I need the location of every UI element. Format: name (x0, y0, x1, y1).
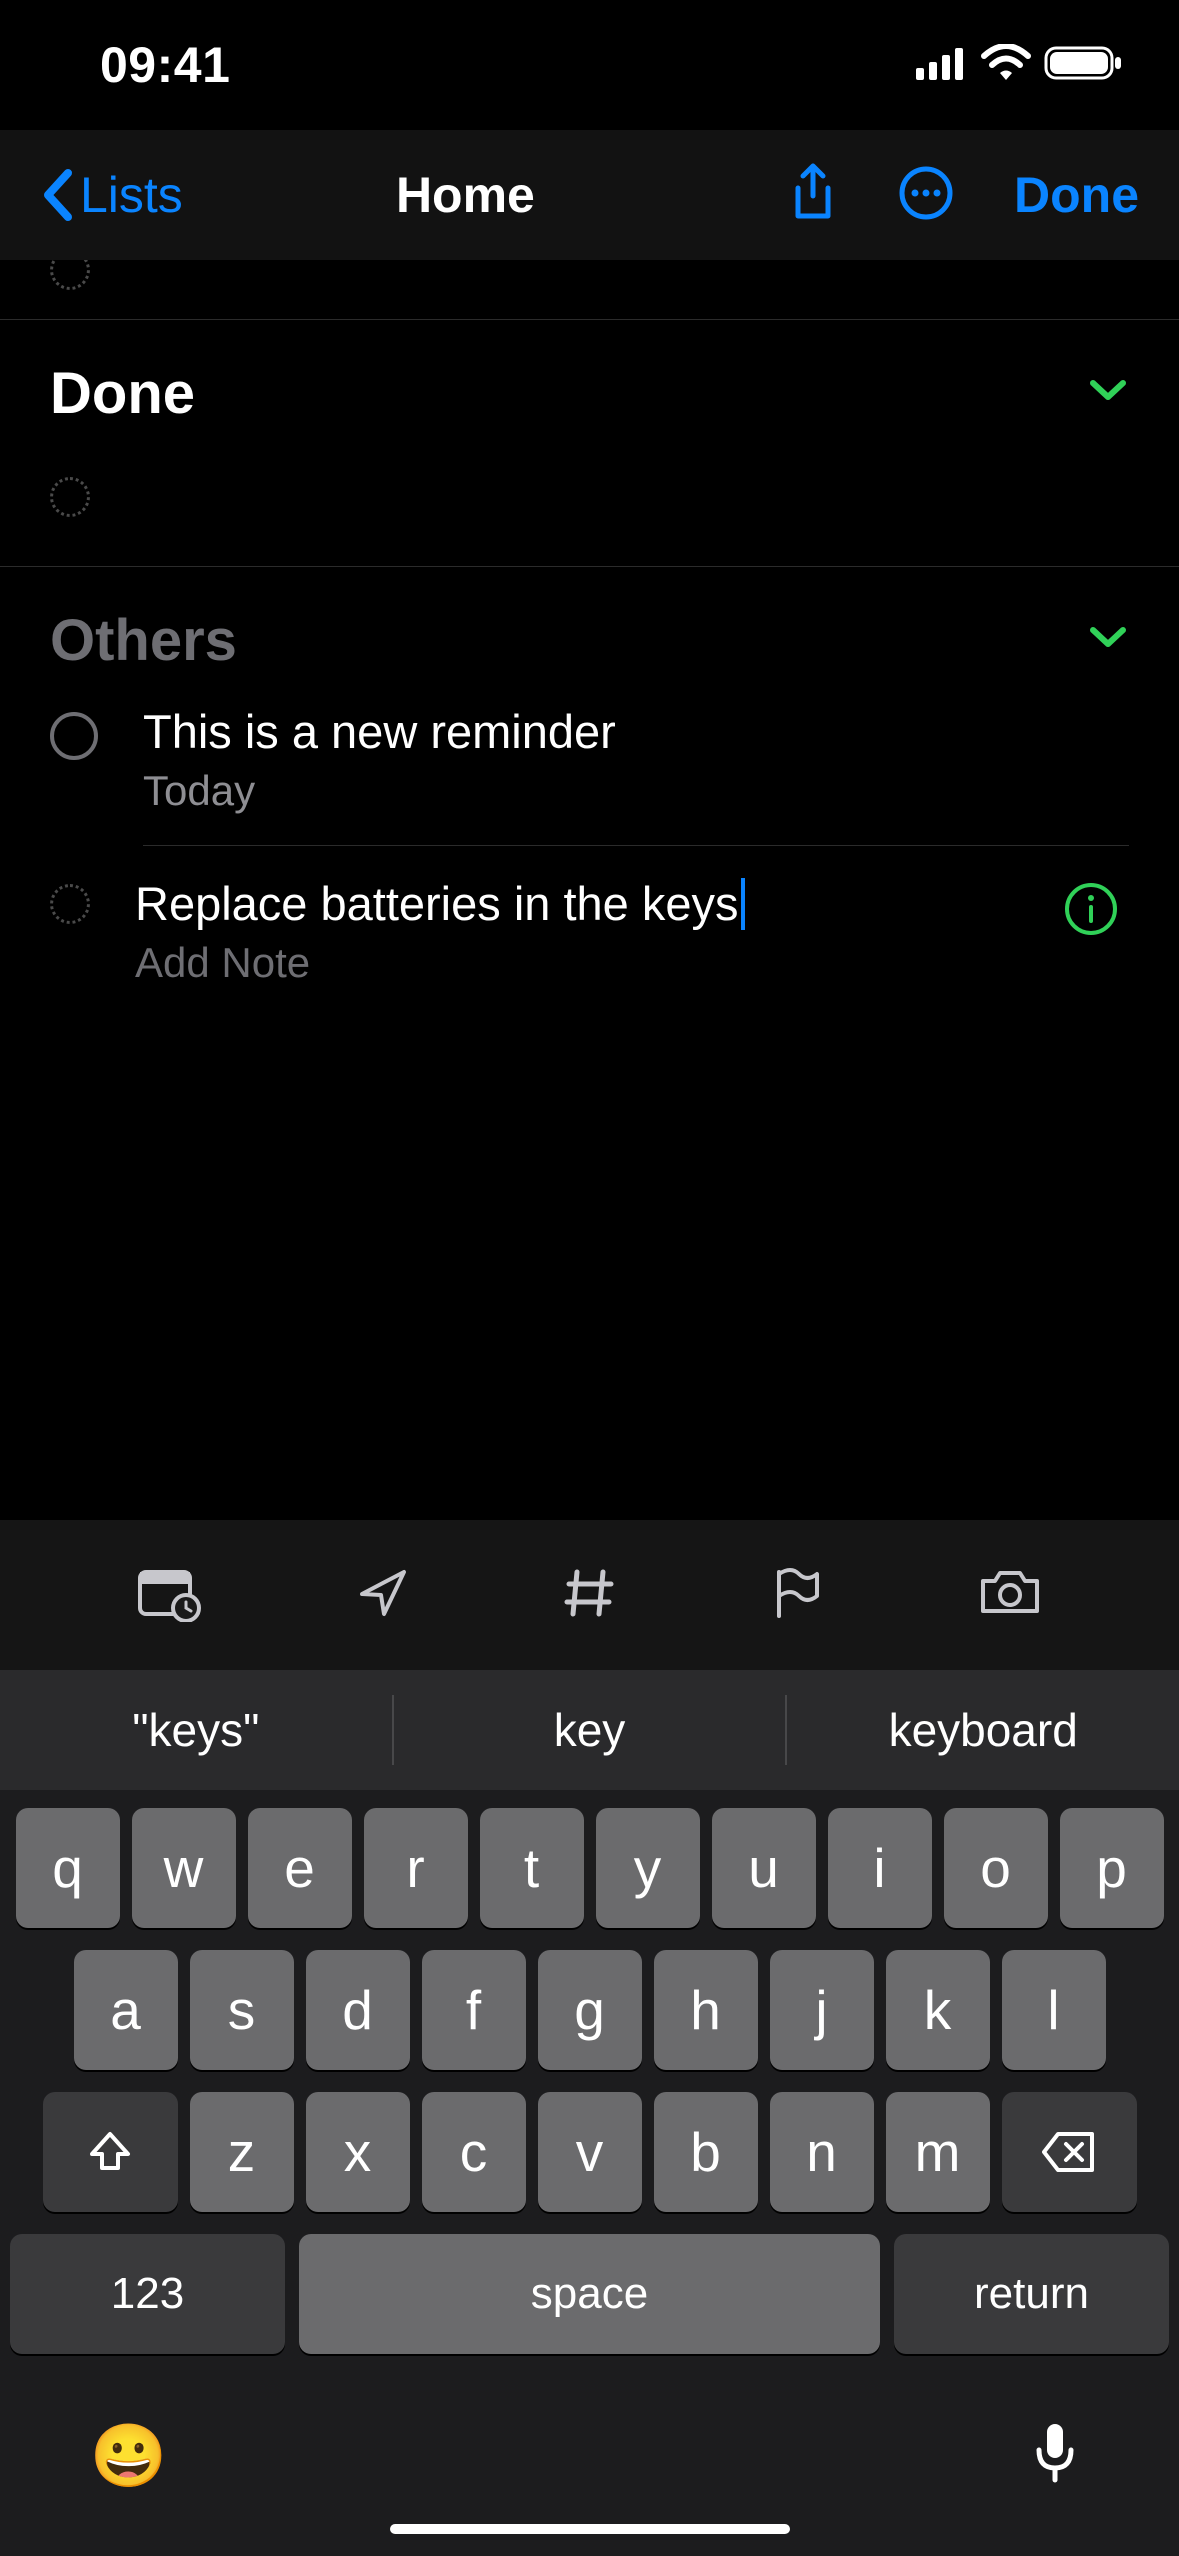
suggestion-2[interactable]: key (394, 1670, 786, 1790)
key-f[interactable]: f (422, 1950, 526, 2070)
reminder-item[interactable]: This is a new reminder Today (0, 674, 1179, 846)
space-key[interactable]: space (299, 2234, 880, 2354)
suggestion-1[interactable]: "keys" (0, 1670, 392, 1790)
section-header-done[interactable]: Done (0, 320, 1179, 427)
location-icon[interactable] (354, 1564, 412, 1627)
section-header-others[interactable]: Others (0, 567, 1179, 674)
key-v[interactable]: v (538, 2092, 642, 2212)
page-title: Home (143, 166, 788, 224)
reminder-title: This is a new reminder (143, 704, 1129, 759)
backspace-key[interactable] (1002, 2092, 1137, 2212)
new-reminder-placeholder-row[interactable] (0, 427, 1179, 567)
key-d[interactable]: d (306, 1950, 410, 2070)
calendar-icon[interactable] (136, 1564, 202, 1627)
key-i[interactable]: i (828, 1808, 932, 1928)
completion-circle-icon[interactable] (50, 712, 98, 760)
key-a[interactable]: a (74, 1950, 178, 2070)
share-icon[interactable] (788, 162, 838, 229)
key-e[interactable]: e (248, 1808, 352, 1928)
suggestion-3[interactable]: keyboard (787, 1670, 1179, 1790)
partial-row-above (0, 260, 1179, 320)
key-q[interactable]: q (16, 1808, 120, 1928)
home-indicator[interactable] (390, 2524, 790, 2534)
key-c[interactable]: c (422, 2092, 526, 2212)
key-s[interactable]: s (190, 1950, 294, 2070)
key-b[interactable]: b (654, 2092, 758, 2212)
chevron-left-icon (40, 167, 74, 223)
done-button[interactable]: Done (1014, 166, 1139, 224)
key-p[interactable]: p (1060, 1808, 1164, 1928)
reminder-quick-toolbar (0, 1520, 1179, 1670)
numeric-key[interactable]: 123 (10, 2234, 285, 2354)
info-icon[interactable] (1063, 881, 1119, 942)
status-bar: 09:41 (0, 0, 1179, 130)
key-k[interactable]: k (886, 1950, 990, 2070)
shift-key[interactable] (43, 2092, 178, 2212)
completion-circle-icon (50, 260, 90, 290)
more-icon[interactable] (898, 165, 954, 226)
nav-bar: Lists Home Done (0, 130, 1179, 260)
key-n[interactable]: n (770, 2092, 874, 2212)
on-screen-keyboard: qwertyuiop asdfghjkl zxcvbnm 123 space r… (0, 1790, 1179, 2556)
note-placeholder[interactable]: Add Note (135, 939, 1129, 987)
battery-icon (1044, 44, 1124, 87)
flag-icon[interactable] (769, 1564, 825, 1627)
completion-circle-icon[interactable] (50, 884, 90, 924)
key-r[interactable]: r (364, 1808, 468, 1928)
key-g[interactable]: g (538, 1950, 642, 2070)
reminder-date: Today (143, 767, 1129, 815)
key-o[interactable]: o (944, 1808, 1048, 1928)
status-time: 09:41 (100, 36, 230, 94)
hashtag-icon[interactable] (563, 1566, 617, 1625)
key-t[interactable]: t (480, 1808, 584, 1928)
section-title: Others (50, 607, 237, 674)
chevron-down-icon (1087, 624, 1129, 657)
key-y[interactable]: y (596, 1808, 700, 1928)
key-w[interactable]: w (132, 1808, 236, 1928)
cellular-icon (916, 46, 968, 85)
camera-icon[interactable] (977, 1567, 1043, 1624)
key-z[interactable]: z (190, 2092, 294, 2212)
section-title: Done (50, 360, 195, 427)
keyboard-suggestions: "keys" key keyboard (0, 1670, 1179, 1790)
key-j[interactable]: j (770, 1950, 874, 2070)
reminder-title-input[interactable]: Replace batteries in the keys (135, 876, 739, 931)
chevron-down-icon (1087, 377, 1129, 410)
reminder-list: Done Others This is a new reminder Today (0, 260, 1179, 1520)
key-u[interactable]: u (712, 1808, 816, 1928)
reminder-item-editing[interactable]: Replace batteries in the keys Add Note (0, 846, 1179, 1017)
text-cursor (741, 878, 745, 930)
key-l[interactable]: l (1002, 1950, 1106, 2070)
key-x[interactable]: x (306, 2092, 410, 2212)
status-indicators (916, 44, 1124, 87)
key-h[interactable]: h (654, 1950, 758, 2070)
return-key[interactable]: return (894, 2234, 1169, 2354)
dictation-icon[interactable] (1031, 2420, 1079, 2493)
key-m[interactable]: m (886, 2092, 990, 2212)
emoji-key[interactable]: 😀 (90, 2420, 167, 2493)
wifi-icon (980, 44, 1032, 87)
completion-circle-icon (50, 477, 90, 517)
